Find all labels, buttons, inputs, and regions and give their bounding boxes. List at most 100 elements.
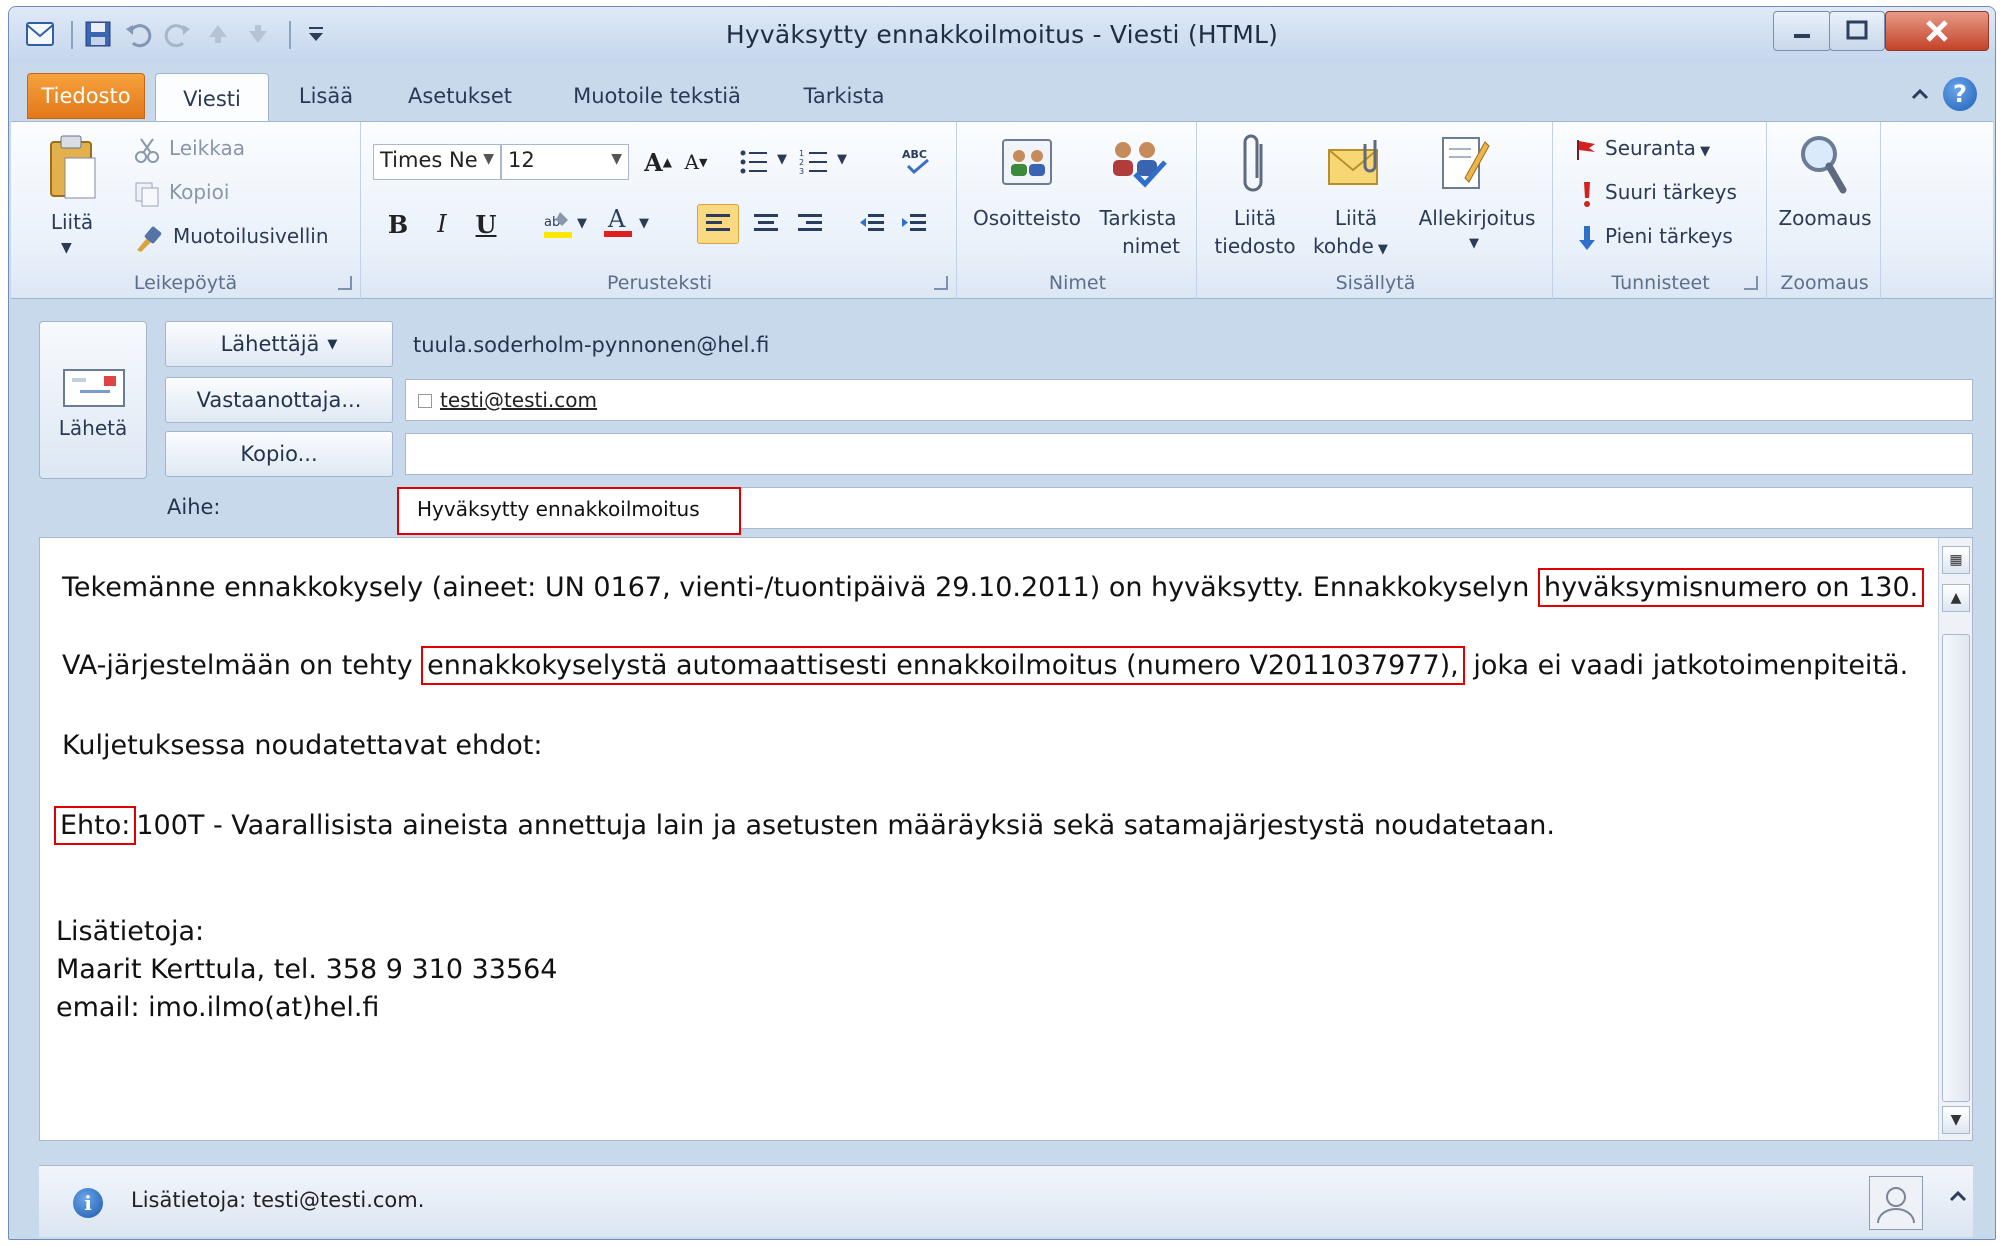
chevron-down-icon: ▼ [327,336,338,352]
italic-icon[interactable]: I [423,206,461,242]
message-body-text[interactable]: Tekemänne ennakkokysely (aineet: UN 0167… [40,538,1930,1140]
chevron-down-icon[interactable]: ▼ [837,152,847,167]
paste-dropdown-icon[interactable]: ▼ [61,240,72,256]
minimize-ribbon-icon[interactable] [1909,83,1931,105]
zoom-button[interactable]: Zoomaus [1769,206,1881,230]
message-body[interactable]: Tekemänne ennakkokysely (aineet: UN 0167… [39,537,1973,1141]
flag-icon[interactable] [1575,138,1597,162]
align-center-icon[interactable] [747,206,785,242]
attach-file-button[interactable]: Liitä [1205,206,1305,230]
check-names-button[interactable]: Tarkista [1093,206,1183,230]
format-painter-icon[interactable] [133,224,163,254]
follow-up-button[interactable]: Seuranta ▼ [1605,136,1710,160]
title-bar: Hyväksytty ennakkoilmoitus - Viesti (HTM… [9,7,1995,63]
grow-font-icon[interactable]: A ▲ [639,144,677,180]
chevron-down-icon: ▼ [1695,144,1711,159]
expand-people-pane-icon[interactable] [1947,1186,1969,1214]
body-line-approval: Tekemänne ennakkokysely (aineet: UN 0167… [62,568,1925,607]
paste-icon[interactable] [45,132,101,206]
tab-format-text[interactable]: Muotoile tekstiä [557,73,757,119]
contact-photo-icon[interactable] [1869,1176,1923,1230]
attach-item-button-line2[interactable]: kohde ▼ [1313,234,1388,258]
cc-field[interactable] [405,433,1973,475]
maximize-button[interactable] [1829,11,1885,51]
tab-message[interactable]: Viesti [155,73,269,123]
send-button[interactable]: Lähetä [39,321,147,479]
scissors-icon[interactable] [133,136,161,164]
magnifier-icon[interactable] [1795,130,1851,200]
bullet-list-icon[interactable] [735,144,773,180]
scroll-thumb[interactable] [1942,634,1970,1102]
high-importance-icon[interactable] [1579,180,1595,208]
font-name-combo[interactable]: Times Ne ▼ [373,144,501,180]
chevron-down-icon[interactable]: ▼ [777,152,787,167]
body-scrollbar[interactable]: ▦ ▲ ▼ [1938,538,1972,1140]
check-names-icon[interactable] [1105,132,1169,192]
info-text[interactable]: Lisätietoja: testi@testi.com. [131,1188,424,1212]
increase-indent-icon[interactable] [895,206,933,242]
chevron-down-icon[interactable]: ▼ [1469,236,1479,251]
ruler-toggle-icon[interactable]: ▦ [1942,546,1970,574]
group-label: Nimet [1048,272,1107,294]
highlight-color-icon[interactable]: ab [539,206,577,242]
scroll-down-icon[interactable]: ▼ [1942,1106,1970,1134]
attach-item-label: kohde [1313,234,1374,258]
notification-number-highlight: ennakkokyselystä automaattisesti ennakko… [421,646,1465,685]
minimize-button[interactable] [1773,11,1831,51]
body-text: Tekemänne ennakkokysely (aineet: UN 0167… [62,572,1530,603]
clipboard-launcher-icon[interactable] [338,276,352,290]
svg-text:2: 2 [799,158,804,167]
paperclip-icon[interactable] [1235,130,1275,200]
chevron-down-icon[interactable]: ▼ [639,216,649,231]
attach-item-icon[interactable] [1325,136,1389,192]
chevron-down-icon: ▼ [1373,242,1388,257]
follow-up-label: Seuranta [1605,136,1696,160]
from-button[interactable]: Lähettäjä ▼ [165,321,393,367]
check-names-button-line2[interactable]: nimet [1093,234,1209,258]
copy-icon[interactable] [133,180,161,208]
spelling-icon[interactable]: ABC [897,142,935,178]
shrink-font-icon[interactable]: A ▼ [677,144,715,180]
low-importance-icon[interactable] [1577,224,1597,252]
paste-label[interactable]: Liitä [39,210,105,234]
copy-button[interactable]: Kopioi [169,180,229,204]
cc-button[interactable]: Kopio... [165,431,393,477]
cut-button[interactable]: Leikkaa [169,136,245,160]
high-importance-button[interactable]: Suuri tärkeys [1605,180,1737,204]
body-line-email: email: imo.ilmo(at)hel.fi [56,992,380,1023]
to-field[interactable]: testi@testi.com [405,379,1973,421]
attach-item-button[interactable]: Liitä [1311,206,1401,230]
send-envelope-icon [60,366,128,410]
close-button[interactable] [1885,11,1989,51]
to-recipient[interactable]: testi@testi.com [440,388,597,412]
address-book-icon[interactable] [997,132,1057,192]
low-importance-button[interactable]: Pieni tärkeys [1605,224,1733,248]
svg-text:3: 3 [799,167,804,176]
format-painter-button[interactable]: Muotoilusivellin [173,224,329,248]
help-icon[interactable]: ? [1943,77,1977,111]
to-button[interactable]: Vastaanottaja... [165,377,393,423]
underline-icon[interactable]: U [467,206,505,242]
attach-file-button-line2[interactable]: tiedosto [1205,234,1305,258]
tab-insert[interactable]: Lisää [279,73,373,119]
decrease-indent-icon[interactable] [853,206,891,242]
subject-highlight[interactable]: Hyväksytty ennakkoilmoitus [397,487,741,535]
tags-launcher-icon[interactable] [1744,276,1758,290]
bold-icon[interactable]: B [379,206,417,242]
align-left-icon[interactable] [697,204,739,244]
scroll-up-icon[interactable]: ▲ [1942,584,1970,612]
address-book-button[interactable]: Osoitteisto [967,206,1087,230]
tab-review[interactable]: Tarkista [785,73,903,119]
tab-file[interactable]: Tiedosto [27,73,145,119]
basic-text-launcher-icon[interactable] [934,276,948,290]
tab-options[interactable]: Asetukset [387,73,533,119]
numbered-list-icon[interactable]: 123 [795,144,833,180]
signature-icon[interactable] [1439,132,1491,194]
font-color-icon[interactable]: A [599,204,637,240]
chevron-down-icon[interactable]: ▼ [577,216,587,231]
chevron-down-icon: ▼ [611,151,622,167]
align-right-icon[interactable] [791,206,829,242]
signature-button[interactable]: Allekirjoitus [1407,206,1547,230]
font-size-combo[interactable]: 12 ▼ [501,144,629,180]
body-line-more-info: Lisätietoja: [56,916,205,947]
